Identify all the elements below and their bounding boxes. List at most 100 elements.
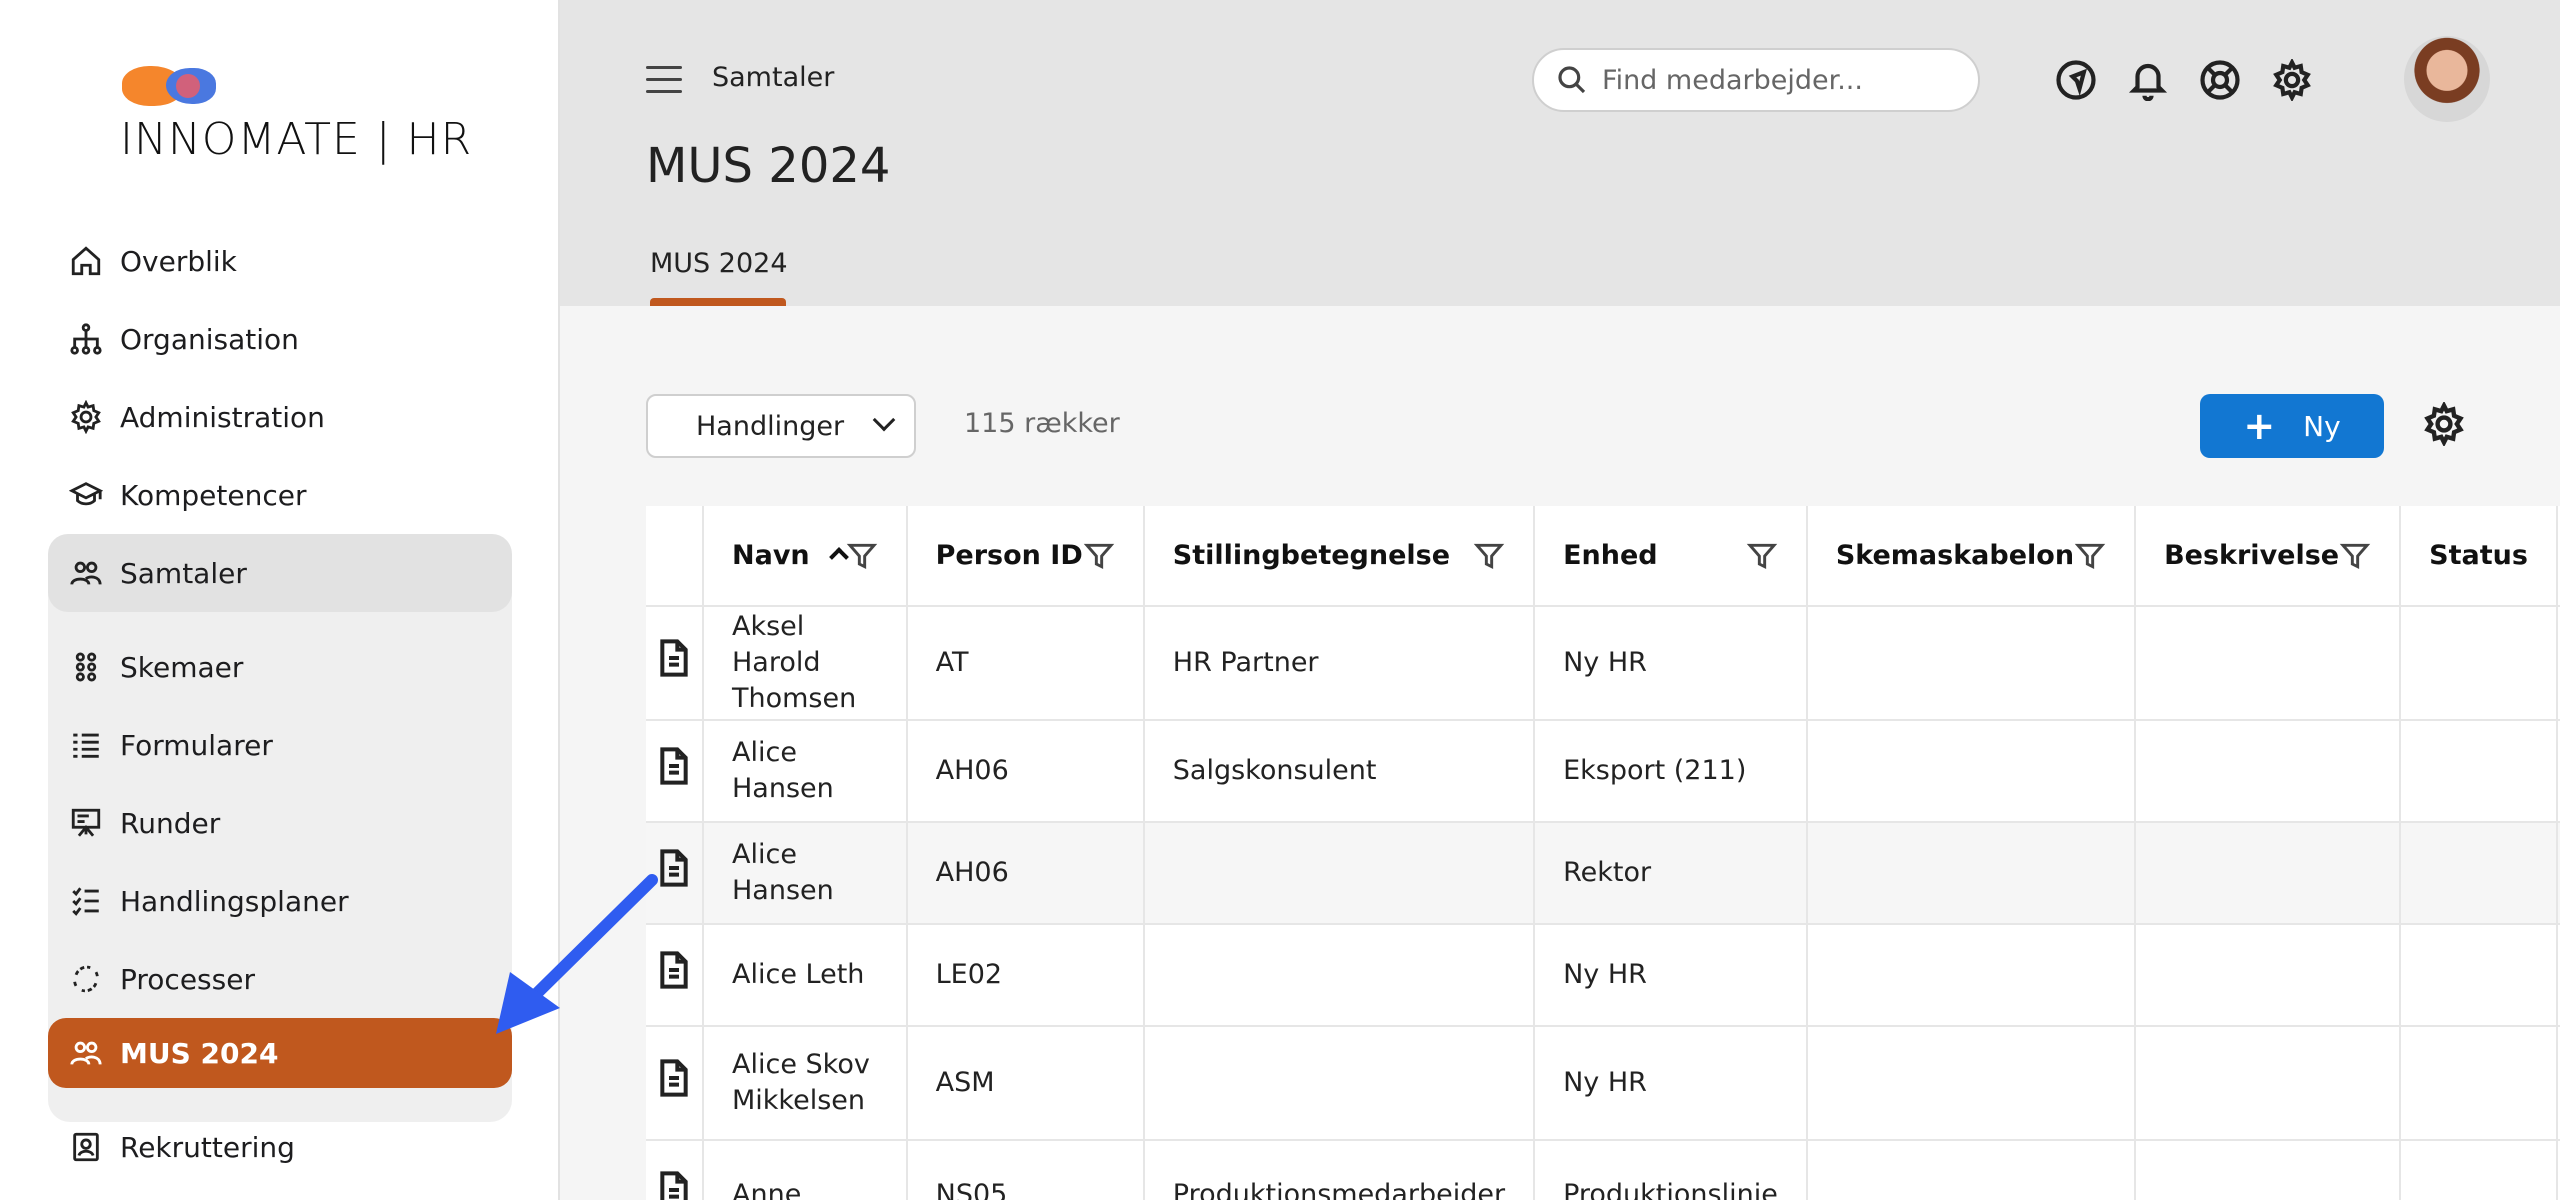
page-title: MUS 2024 [646,138,891,194]
search-icon [1558,66,1586,94]
cell-navn: Aksel Harold Thomsen [703,606,908,721]
employee-search[interactable] [1532,48,1980,112]
cell-status [2400,822,2558,925]
sidebar-item-skemaer[interactable]: Skemaer [48,628,512,706]
cell-navn: Alice Leth [703,924,908,1027]
innomate-logo[interactable]: INNOMATE | HR [120,58,471,168]
cell-enhed: Ny HR [1534,924,1808,1027]
table-row[interactable]: Alice Hansen AH06 Salgskonsulent Eksport… [646,720,2560,823]
sidebar-item-handlingsplaner[interactable]: Handlingsplaner [48,862,512,940]
table-row[interactable]: Alice Leth LE02 Ny HR [646,924,2560,1027]
table-row[interactable]: Alice Skov Mikkelsen ASM Ny HR [646,1026,2560,1141]
cell-navn: Alice Skov Mikkelsen [703,1026,908,1141]
cell-stillingbetegnelse: HR Partner [1143,606,1536,721]
cell-beskrivelse [2135,606,2402,721]
document-icon [660,1171,688,1200]
cell-beskrivelse [2135,822,2402,925]
chevron-down-icon [872,408,896,432]
sidebar-item-mus-2024[interactable]: MUS 2024 [48,1018,512,1088]
cell-person-id: NS05 [906,1140,1145,1200]
logo-mark-overlap [176,74,200,98]
column-header-enhed[interactable]: Enhed [1534,506,1808,607]
column-header-person-id[interactable]: Person ID [906,506,1145,607]
filter-icon[interactable] [1083,540,1115,572]
cell-navn: Alice Hansen [703,822,908,925]
cell-enhed: Ny HR [1534,1026,1808,1141]
sidebar-item-label: Handlingsplaner [120,884,349,918]
cell-stillingbetegnelse: Produktionsmedarbejder [1143,1140,1536,1200]
sidebar-item-processer[interactable]: Processer [48,940,512,1018]
filter-icon[interactable] [1746,540,1778,572]
column-header-navn[interactable]: Navn [703,506,908,607]
home-icon [68,243,104,279]
table-row[interactable]: Aksel Harold Thomsen AT HR Partner Ny HR [646,606,2560,721]
checklist-icon [68,883,104,919]
filter-icon[interactable] [2339,540,2371,572]
column-header-stillingbetegnelse[interactable]: Stillingbetegnelse [1143,506,1536,607]
sidebar-item-label: Kompetencer [120,478,307,512]
filter-icon[interactable] [2074,540,2106,572]
cell-person-id: AH06 [906,822,1145,925]
cell-status [2400,1026,2558,1141]
breadcrumb[interactable]: Samtaler [712,62,834,93]
help-lifebuoy-icon[interactable] [2198,58,2242,102]
plus-icon: + [2243,404,2276,448]
filter-icon[interactable] [1473,540,1505,572]
sidebar-item-label: Administration [120,400,325,434]
row-count: 115 rækker [964,408,1120,439]
row-document-cell[interactable] [646,1140,704,1200]
cell-person-id: LE02 [906,924,1145,1027]
org-chart-icon [68,321,104,357]
user-avatar[interactable] [2404,36,2490,122]
tab-mus-2024[interactable]: MUS 2024 [650,248,788,279]
active-tab-indicator [650,298,786,306]
column-header-skemaskabelon[interactable]: Skemaskabelon [1806,506,2137,607]
column-header-beskrivelse[interactable]: Beskrivelse [2135,506,2402,607]
sidebar-item-rekruttering[interactable]: Rekruttering [48,1108,512,1186]
cell-stillingbetegnelse [1143,924,1536,1027]
sidebar-item-runder[interactable]: Runder [48,784,512,862]
people-icon [68,555,104,591]
column-header-status[interactable]: Status [2400,506,2558,607]
cell-skemaskabelon [1806,720,2137,823]
sidebar-item-label: Overblik [120,244,237,278]
new-button[interactable]: + Ny [2200,394,2384,458]
cell-enhed: Rektor [1534,822,1808,925]
annotation-arrow [496,874,658,1034]
sidebar-item-label: Samtaler [120,556,247,590]
table-settings-icon[interactable] [2422,400,2466,448]
cell-stillingbetegnelse [1143,1026,1536,1141]
actions-dropdown[interactable]: Handlinger [646,394,916,458]
row-document-cell[interactable] [646,720,704,823]
cell-beskrivelse [2135,1140,2402,1200]
sidebar-item-label: Processer [120,962,255,996]
sidebar-item-formularer[interactable]: Formularer [48,706,512,784]
sidebar-item-administration[interactable]: Administration [48,378,512,456]
cell-skemaskabelon [1806,1140,2137,1200]
cycle-icon [68,961,104,997]
cell-navn: Anne [703,1140,908,1200]
cell-status [2400,1140,2558,1200]
sidebar-item-overblik[interactable]: Overblik [48,222,512,300]
table-row[interactable]: Anne NS05 Produktionsmedarbejder Produkt… [646,1140,2560,1200]
cell-stillingbetegnelse: Salgskonsulent [1143,720,1536,823]
filter-icon[interactable] [846,540,878,572]
sidebar-item-label: Skemaer [120,650,244,684]
sidebar-item-organisation[interactable]: Organisation [48,300,512,378]
settings-icon[interactable] [2270,58,2314,102]
document-icon [660,747,688,785]
table-row[interactable]: Alice Hansen AH06 Rektor [646,822,2560,925]
bell-icon[interactable] [2126,58,2170,102]
row-document-cell[interactable] [646,606,704,721]
navigation-icon[interactable] [2054,58,2098,102]
sidebar-nav: Overblik Organisation Administration Kom… [48,222,512,1186]
cell-person-id: AT [906,606,1145,721]
cell-stillingbetegnelse [1143,822,1536,925]
sidebar-item-samtaler[interactable]: Samtaler [48,534,512,612]
sidebar-item-kompetencer[interactable]: Kompetencer [48,456,512,534]
cell-navn: Alice Hansen [703,720,908,823]
hamburger-menu-icon[interactable] [646,66,682,94]
actions-dropdown-label: Handlinger [696,410,845,442]
search-input[interactable] [1602,64,1962,96]
cell-skemaskabelon [1806,606,2137,721]
